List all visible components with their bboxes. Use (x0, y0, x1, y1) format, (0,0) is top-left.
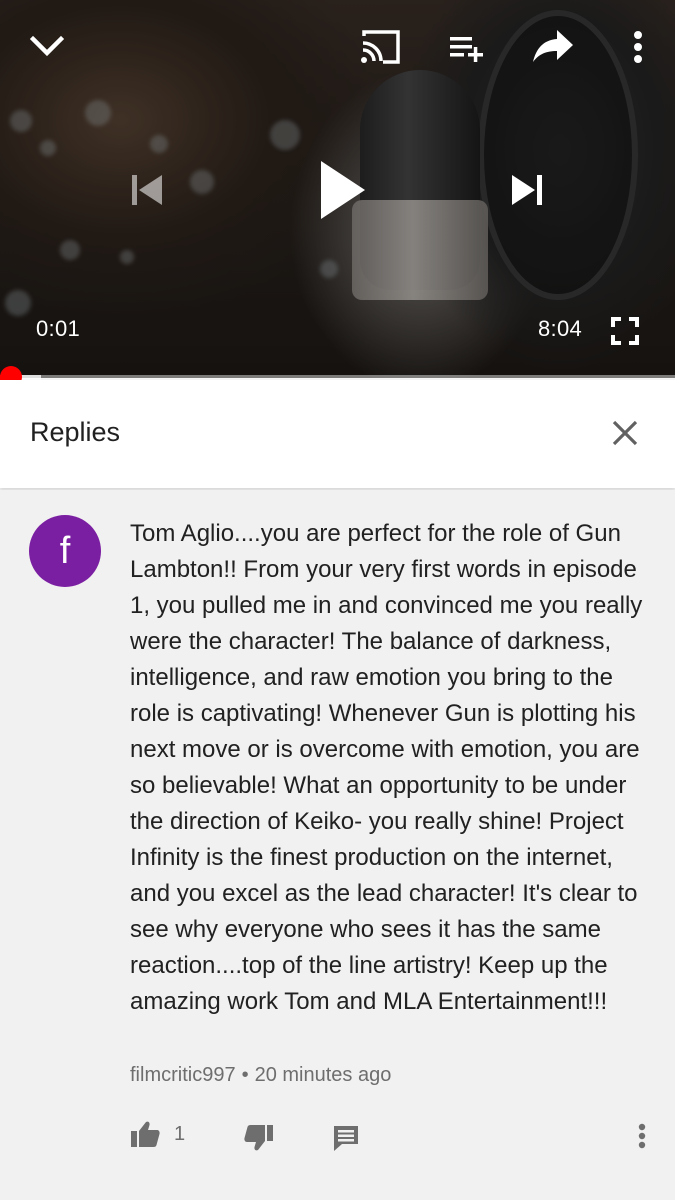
play-icon[interactable] (310, 152, 374, 228)
meta-separator: • (241, 1064, 249, 1086)
video-player[interactable]: 0:01 8:04 (0, 0, 675, 378)
replies-title: Replies (30, 417, 121, 447)
fullscreen-icon[interactable] (604, 310, 646, 352)
playlist-add-icon[interactable] (442, 26, 490, 68)
cast-icon[interactable] (356, 26, 404, 68)
replies-header: Replies (0, 380, 675, 488)
thumbs-down-icon (244, 1125, 273, 1151)
close-icon[interactable] (602, 410, 648, 456)
comment-meta: filmcritic997 • 20 minutes ago (130, 1064, 391, 1087)
duration: 8:04 (538, 316, 583, 341)
chevron-down-icon[interactable] (22, 24, 72, 68)
comment-icon (334, 1126, 358, 1151)
like-count: 1 (174, 1122, 186, 1145)
skip-next-icon[interactable] (504, 166, 552, 214)
comment-author[interactable]: filmcritic997 (130, 1064, 236, 1086)
share-icon[interactable] (528, 24, 578, 68)
thumbs-up-icon (131, 1121, 160, 1147)
comment-timestamp: 20 minutes ago (254, 1064, 392, 1086)
avatar[interactable]: f (29, 515, 101, 587)
current-time: 0:01 (36, 316, 81, 341)
comment-more-icon[interactable] (634, 1118, 650, 1154)
comment-text: Tom Aglio....you are perfect for the rol… (130, 520, 643, 1015)
reply-button[interactable] (332, 1120, 360, 1156)
more-vert-icon[interactable] (620, 24, 656, 70)
skip-previous-icon[interactable] (122, 166, 170, 214)
like-button[interactable]: 1 (130, 1116, 185, 1152)
dislike-button[interactable] (244, 1120, 274, 1156)
comment-item: f Tom Aglio....you are perfect for the r… (0, 490, 675, 1200)
avatar-letter: f (59, 529, 71, 572)
